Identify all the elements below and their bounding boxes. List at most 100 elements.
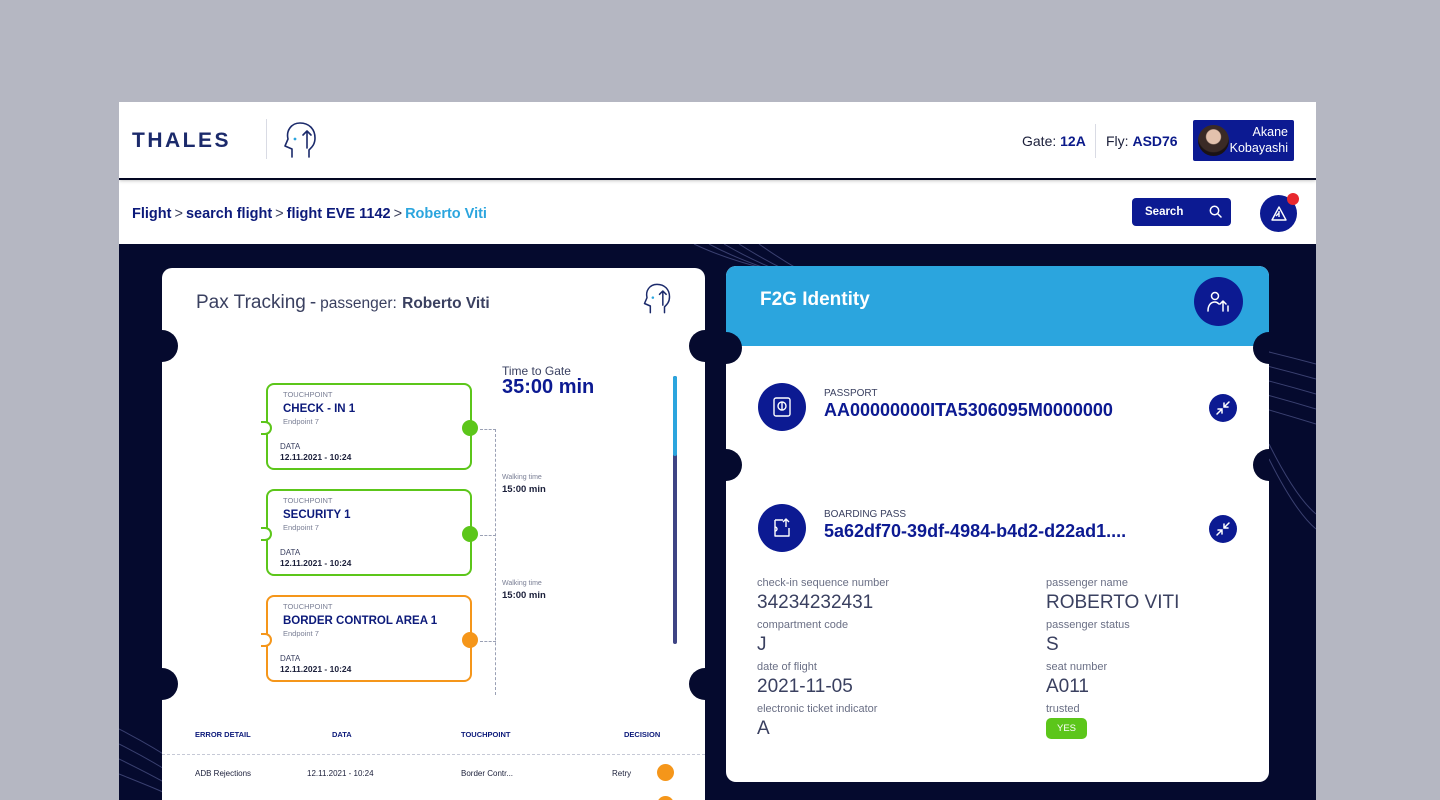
face-id-icon: [282, 121, 318, 164]
field-value: 34234232431: [757, 592, 874, 613]
search-button[interactable]: Search: [1132, 198, 1231, 226]
field-value: A011: [1046, 676, 1089, 697]
touchpoint-data-label: DATA: [280, 654, 301, 663]
f2g-identity-card: F2G Identity PASSPORT AA00000000ITA53060…: [726, 266, 1269, 782]
pax-title-text: Pax Tracking: [196, 292, 306, 313]
touchpoint-status-dot: [462, 420, 478, 436]
identity-button[interactable]: [1194, 277, 1243, 326]
notification-badge: [1287, 193, 1299, 205]
notification-button[interactable]: [1260, 193, 1299, 232]
breadcrumb-flight-eve[interactable]: flight EVE 1142: [287, 206, 391, 222]
boarding-pass-value: 5a62df70-39df-4984-b4d2-d22ad1....: [824, 521, 1127, 541]
avatar: [1198, 125, 1229, 156]
fly-value: ASD76: [1132, 133, 1178, 149]
touchpoint-data-label: DATA: [280, 548, 301, 557]
table-header-decision[interactable]: DECISION: [624, 730, 660, 739]
touchpoint-endpoint: Endpoint 7: [283, 417, 319, 426]
ticket-notch: [689, 668, 705, 700]
trusted-badge: YES: [1046, 718, 1087, 739]
header-divider: [1095, 124, 1096, 158]
touchpoint-kicker: TOUCHPOINT: [283, 496, 333, 505]
touchpoint-date: 12.11.2021 - 10:24: [280, 664, 352, 674]
field-label: passenger name: [1046, 577, 1128, 589]
ticket-notch: [162, 330, 178, 362]
passenger-label: passenger:: [320, 295, 397, 312]
breadcrumb-search-flight[interactable]: search flight: [186, 206, 272, 222]
field-label: date of flight: [757, 661, 817, 673]
time-to-gate-value: 35:00 min: [502, 376, 595, 398]
touchpoint-card[interactable]: TOUCHPOINT BORDER CONTROL AREA 1 Endpoin…: [261, 595, 478, 682]
boarding-pass-icon: [758, 504, 806, 552]
touchpoint-kicker: TOUCHPOINT: [283, 602, 333, 611]
table-header-data[interactable]: DATA: [332, 730, 352, 739]
user-first-name: Akane: [1252, 125, 1288, 139]
gate-value: 12A: [1060, 133, 1086, 149]
timeline-connector: [480, 535, 496, 536]
field-value: 2021-11-05: [757, 676, 853, 697]
user-menu[interactable]: Akane Kobayashi: [1193, 120, 1294, 161]
field-label: electronic ticket indicator: [757, 703, 878, 715]
thales-logo: THALES: [132, 129, 231, 152]
table-cell-touchpoint: Border Contr...: [461, 769, 514, 778]
passport-collapse-button[interactable]: [1209, 394, 1237, 422]
touchpoint-endpoint: Endpoint 7: [283, 629, 319, 638]
breadcrumb-flight[interactable]: Flight: [132, 206, 171, 222]
touchpoint-date: 12.11.2021 - 10:24: [280, 558, 352, 568]
notification-icon: [1270, 204, 1288, 228]
decision-status-dot: [657, 796, 674, 800]
field-label: trusted: [1046, 703, 1080, 715]
walking-time-value: 15:00 min: [502, 590, 546, 601]
user-name: Akane Kobayashi: [1230, 124, 1288, 156]
flight-info: Fly: ASD76: [1106, 133, 1178, 149]
breadcrumb-bar: Flight > search flight > flight EVE 1142 > Rob…: [119, 180, 1316, 244]
timeline-line: [495, 429, 496, 695]
table-cell-detail: ADB Rejections: [195, 769, 252, 778]
breadcrumb-separator: >: [174, 206, 183, 222]
table-cell-data: 12.11.2021 - 10:24: [307, 769, 374, 778]
ticket-notch: [689, 330, 705, 362]
search-button-label: Search: [1145, 206, 1184, 218]
breadcrumb-separator: >: [393, 206, 403, 222]
table-header-touchpoint[interactable]: TOUCHPOINT: [461, 730, 510, 739]
ticket-notch: [726, 449, 742, 481]
field-value: J: [757, 634, 767, 655]
walking-time-label: Walking time: [502, 580, 542, 587]
f2g-header: F2G Identity: [726, 266, 1269, 346]
app-window: THALES Gate: 12A Fly: ASD76 Akane Kobaya…: [119, 102, 1316, 800]
pax-tracking-title: Pax Tracking - passenger: Roberto Viti: [196, 292, 490, 314]
field-value: S: [1046, 634, 1059, 655]
shrink-icon: [1216, 401, 1230, 415]
pax-title-dash: -: [309, 292, 317, 313]
touchpoint-card[interactable]: TOUCHPOINT SECURITY 1 Endpoint 7 DATA 12…: [261, 489, 478, 576]
face-id-icon: [642, 282, 672, 320]
gate-info: Gate: 12A: [1022, 133, 1086, 149]
field-label: passenger status: [1046, 619, 1130, 631]
timeline-connector: [480, 429, 496, 430]
top-header: THALES Gate: 12A Fly: ASD76 Akane Kobaya…: [119, 102, 1316, 178]
gate-label: Gate:: [1022, 133, 1057, 149]
table-cell-decision[interactable]: Retry: [612, 769, 631, 778]
table-header-error-detail[interactable]: ERROR DETAIL: [195, 730, 251, 739]
passport-icon: [758, 383, 806, 431]
ticket-notch: [162, 668, 178, 700]
touchpoint-name: SECURITY 1: [283, 509, 351, 521]
walking-time-value: 15:00 min: [502, 484, 546, 495]
pax-tracking-card: Pax Tracking - passenger: Roberto Viti Tim…: [162, 268, 705, 800]
touchpoint-data-label: DATA: [280, 442, 301, 451]
f2g-title: F2G Identity: [760, 289, 870, 310]
field-label: seat number: [1046, 661, 1108, 673]
boarding-pass-collapse-button[interactable]: [1209, 515, 1237, 543]
field-value: A: [757, 718, 770, 739]
search-icon: [1209, 205, 1222, 221]
touchpoint-endpoint: Endpoint 7: [283, 523, 319, 532]
gate-progress-fill: [673, 376, 677, 457]
touchpoint-name: BORDER CONTROL AREA 1: [283, 615, 438, 627]
timeline-connector: [480, 641, 496, 642]
touchpoint-date: 12.11.2021 - 10:24: [280, 452, 352, 462]
touchpoint-notch: [261, 633, 272, 647]
touchpoint-card[interactable]: TOUCHPOINT CHECK - IN 1 Endpoint 7 DATA …: [261, 383, 478, 470]
touchpoint-notch: [261, 421, 272, 435]
ticket-notch: [1253, 449, 1269, 481]
touchpoint-name: CHECK - IN 1: [283, 403, 356, 415]
passenger-name: Roberto Viti: [402, 295, 490, 312]
